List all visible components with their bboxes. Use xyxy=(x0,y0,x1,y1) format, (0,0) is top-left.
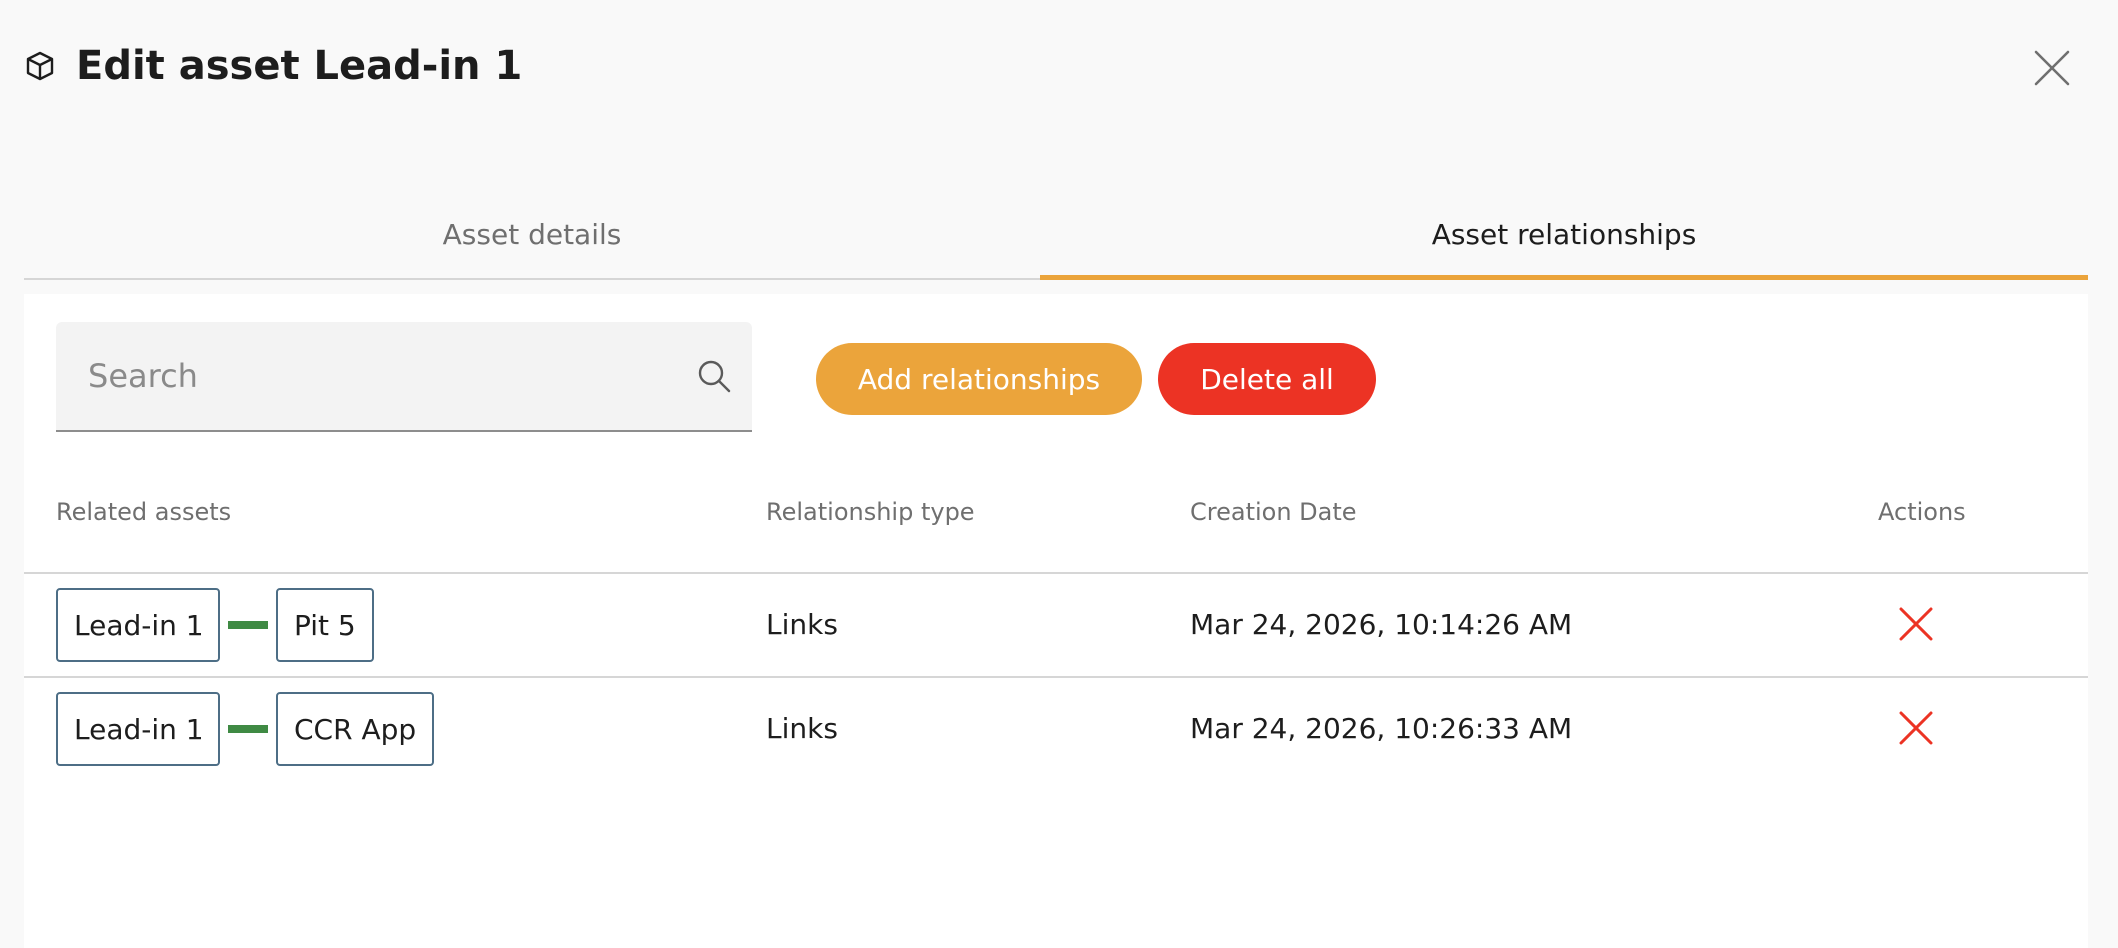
tab-asset-details[interactable]: Asset details xyxy=(24,196,1040,278)
add-relationships-button[interactable]: Add relationships xyxy=(816,343,1142,415)
delete-relationship-icon[interactable] xyxy=(1896,604,1936,644)
chip-label: CCR App xyxy=(294,712,417,746)
tab-label: Asset details xyxy=(442,217,622,251)
table-row: Lead-in 1 Pit 5 Links Mar 24, 2026, 10:1… xyxy=(24,574,2088,678)
relationship-type: Links xyxy=(766,608,838,641)
source-asset-chip[interactable]: Lead-in 1 xyxy=(56,692,220,766)
dialog-title: Edit asset Lead-in 1 xyxy=(76,43,523,89)
chip-label: Pit 5 xyxy=(294,608,356,642)
column-header-actions: Actions xyxy=(1878,498,1966,526)
creation-date: Mar 24, 2026, 10:26:33 AM xyxy=(1190,712,1573,745)
search-box xyxy=(56,322,752,432)
chip-label: Lead-in 1 xyxy=(74,608,204,642)
tab-label: Asset relationships xyxy=(1431,217,1697,251)
creation-date: Mar 24, 2026, 10:14:26 AM xyxy=(1190,608,1573,641)
search-input[interactable] xyxy=(56,322,696,430)
delete-all-button[interactable]: Delete all xyxy=(1158,343,1376,415)
table-header: Related assets Relationship type Creatio… xyxy=(24,464,2088,574)
relationships-panel: Add relationships Delete all Related ass… xyxy=(24,294,2088,948)
target-asset-chip[interactable]: CCR App xyxy=(276,692,434,766)
column-header-related-assets: Related assets xyxy=(56,498,232,526)
relationship-type: Links xyxy=(766,712,838,745)
tab-bar: Asset details Asset relationships xyxy=(24,196,2088,280)
chip-label: Lead-in 1 xyxy=(74,712,204,746)
target-asset-chip[interactable]: Pit 5 xyxy=(276,588,374,662)
source-asset-chip[interactable]: Lead-in 1 xyxy=(56,588,220,662)
dialog-header: Edit asset Lead-in 1 xyxy=(24,40,522,92)
column-header-creation-date: Creation Date xyxy=(1190,498,1357,526)
column-header-relationship-type: Relationship type xyxy=(766,498,975,526)
link-connector xyxy=(228,621,268,629)
delete-relationship-icon[interactable] xyxy=(1896,708,1936,748)
tab-asset-relationships[interactable]: Asset relationships xyxy=(1040,196,2088,280)
table-row: Lead-in 1 CCR App Links Mar 24, 2026, 10… xyxy=(24,678,2088,782)
cube-icon xyxy=(26,51,54,81)
search-icon[interactable] xyxy=(696,358,732,394)
link-connector xyxy=(228,725,268,733)
close-icon[interactable] xyxy=(2030,46,2074,90)
